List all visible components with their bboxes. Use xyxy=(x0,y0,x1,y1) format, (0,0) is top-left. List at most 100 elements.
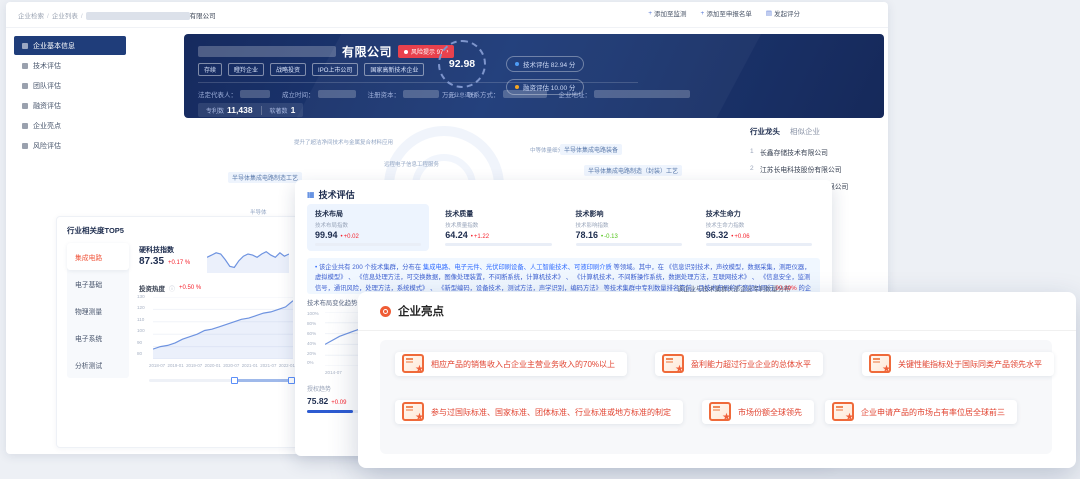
breadcrumb-current: 有限公司 xyxy=(190,13,216,20)
company-tag: 瞪羚企业 xyxy=(228,63,264,76)
total-score: 92.98 企业总评分 xyxy=(436,40,488,99)
top-bar: 企业检索/企业列表/有限公司 +添加至监测 +添加至申报名单 ▤发起评分 xyxy=(6,2,888,28)
stat-software: 软著数1 xyxy=(270,105,296,115)
certificate-icon: ★ xyxy=(832,402,854,421)
panel-grid-icon: ▦ xyxy=(307,190,315,199)
menu-item-icon xyxy=(22,63,28,69)
slider-range[interactable] xyxy=(234,379,292,382)
sidebar-item-tech-eval[interactable]: 技术评估 xyxy=(14,56,126,75)
tech-eval-title-row: ▦ 技术评估 xyxy=(307,188,355,201)
company-tag: 战略投资 xyxy=(270,63,306,76)
company-tag: 国家高新技术企业 xyxy=(364,63,424,76)
highlight-item: ★盈利能力超过行业企业的总体水平 xyxy=(655,352,823,376)
dot-icon xyxy=(515,85,519,89)
sidebar: 企业基本信息 技术评估 团队评估 融资评估 企业亮点 风险评估 xyxy=(14,36,126,156)
menu-item-icon xyxy=(22,103,28,109)
highlights-header: 企业亮点 xyxy=(380,303,444,319)
score-value: 92.98 xyxy=(449,58,475,70)
score-label: 企业总评分 xyxy=(436,91,488,99)
wordcloud-term: 半导体集成电路装备 xyxy=(560,144,622,155)
company-tags: 存续 瞪羚企业 战略投资 IPO上市公司 国家高新技术企业 xyxy=(198,63,424,76)
tech-eval-title: 技术评估 xyxy=(319,188,355,201)
invest-chart-y-axis: 1301201101009080 xyxy=(137,295,145,357)
stat-separator xyxy=(261,106,262,115)
metric-card-quality[interactable]: 技术质量 技术质量指数 64.24+1.22 xyxy=(437,204,559,251)
highlights-box: ★相应产品的销售收入占企业主营业务收入的70%以上 ★盈利能力超过行业企业的总体… xyxy=(380,340,1052,454)
tab-electronic-basics[interactable]: 电子基础 xyxy=(67,270,129,297)
certificate-icon: ★ xyxy=(709,402,731,421)
peer-company-row[interactable]: 2江苏长电科技股份有限公司 xyxy=(750,160,884,177)
top5-content: 硬科技指数 87.35 +0.17 % 投资热度 ⓘ +0.50 % 13012… xyxy=(137,243,293,441)
certificate-icon: ★ xyxy=(662,354,684,373)
highlights-title: 企业亮点 xyxy=(398,303,444,319)
hardtech-index-value-row: 87.35 +0.17 % xyxy=(139,256,190,267)
top5-tabs: 集成电路 电子基础 物理测量 电子系统 分析测试 xyxy=(67,243,129,378)
breadcrumb-link-search[interactable]: 企业检索 xyxy=(18,13,44,20)
tab-integrated-circuit[interactable]: 集成电路 xyxy=(67,243,129,270)
menu-item-icon xyxy=(22,123,28,129)
sidebar-item-team-eval[interactable]: 团队评估 xyxy=(14,76,126,95)
grant-value: 75.82 xyxy=(307,396,328,406)
tab-electronic-system[interactable]: 电子系统 xyxy=(67,324,129,351)
score-ring: 92.98 xyxy=(438,40,486,88)
breadcrumb: 企业检索/企业列表/有限公司 xyxy=(18,10,216,20)
wordcloud-term: 半导体 xyxy=(250,208,267,216)
score-pills: 技术评估 82.94 分 融资评估 10.00 分 xyxy=(506,56,584,95)
score-icon: ▤ xyxy=(766,9,772,17)
finance-score-pill: 融资评估 10.00 分 xyxy=(506,79,584,95)
certificate-icon: ★ xyxy=(402,402,424,421)
breadcrumb-link-list[interactable]: 企业列表 xyxy=(52,13,78,20)
tab-industry-leaders[interactable]: 行业龙头 xyxy=(750,126,780,137)
company-name-suffix: 有限公司 xyxy=(342,43,392,60)
sidebar-item-risk-eval[interactable]: 风险评估 xyxy=(14,136,126,155)
start-scoring-button[interactable]: ▤发起评分 xyxy=(766,8,800,18)
metric-card-vitality[interactable]: 技术生命力 技术生命力指数 96.32+0.06 xyxy=(698,204,820,251)
wordcloud-term: 半导体集成电路制造（封装）工艺 xyxy=(584,165,682,176)
sidebar-item-basic-info[interactable]: 企业基本信息 xyxy=(14,36,126,55)
plus-icon: + xyxy=(701,10,705,17)
topbar-actions: +添加至监测 +添加至申报名单 ▤发起评分 xyxy=(648,8,800,18)
redacted-company-name xyxy=(198,46,336,57)
window-enterprise-highlights: 企业亮点 ★相应产品的销售收入占企业主营业务收入的70%以上 ★盈利能力超过行业… xyxy=(358,292,1076,468)
metric-card-layout[interactable]: 技术布局 技术布局指数 99.94+0.02 xyxy=(307,204,429,251)
info-icon[interactable]: ⓘ xyxy=(169,284,175,293)
breadcrumb-separator: / xyxy=(47,13,49,20)
tab-similar-companies[interactable]: 相似企业 xyxy=(790,126,820,137)
menu-item-icon xyxy=(22,143,28,149)
redacted-company-name xyxy=(86,12,190,20)
highlight-item: ★市场份额全球领先 xyxy=(702,400,814,424)
top5-title: 行业相关度TOP5 xyxy=(67,225,124,236)
invest-chart-x-axis: 2018-072019-012019-072020-012020-072021-… xyxy=(149,363,295,368)
add-to-monitor-button[interactable]: +添加至监测 xyxy=(648,8,686,18)
tab-analysis-test[interactable]: 分析测试 xyxy=(67,351,129,378)
wordcloud-term: 半导体集成电路制造工艺 xyxy=(228,172,302,183)
sidebar-item-highlights[interactable]: 企业亮点 xyxy=(14,116,126,135)
trend-chart-title: 技术布局变化趋势 xyxy=(307,298,357,307)
hardtech-index-change: +0.17 % xyxy=(168,260,190,266)
invest-heat-label: 投资热度 xyxy=(139,283,165,293)
highlight-item: ★参与过国际标准、国家标准、团体标准、行业标准或地方标准的制定 xyxy=(395,400,683,424)
invest-heat-row: 投资热度 ⓘ +0.50 % xyxy=(139,283,201,293)
wordcloud-term: 远程电子信息工程服务 xyxy=(384,160,439,168)
highlight-item: ★相应产品的销售收入占企业主营业务收入的70%以上 xyxy=(395,352,627,376)
grant-change: +0.09 xyxy=(331,400,346,406)
target-icon xyxy=(380,306,391,317)
invest-heat-change: +0.50 % xyxy=(179,285,201,291)
menu-item-icon xyxy=(22,43,28,49)
sidebar-item-finance-eval[interactable]: 融资评估 xyxy=(14,96,126,115)
highlights-divider xyxy=(358,330,1076,331)
slider-handle-right[interactable] xyxy=(288,377,295,384)
company-stats: 专利数11,438 软著数1 xyxy=(198,103,303,117)
dot-icon xyxy=(515,62,519,66)
industry-relevance-top5-card: 行业相关度TOP5 集成电路 电子基础 物理测量 电子系统 分析测试 硬科技指数… xyxy=(56,216,300,448)
tab-physical-measure[interactable]: 物理测量 xyxy=(67,297,129,324)
add-to-declare-list-button[interactable]: +添加至申报名单 xyxy=(701,8,752,18)
metric-card-impact[interactable]: 技术影响 技术影响指数 78.16-0.13 xyxy=(568,204,690,251)
invest-heat-area-chart xyxy=(153,297,293,359)
plus-icon: + xyxy=(648,10,652,17)
peer-company-row[interactable]: 1长鑫存储技术有限公司 xyxy=(750,143,884,160)
hardtech-index-label: 硬科技指数 xyxy=(139,245,174,255)
tech-score-pill: 技术评估 82.94 分 xyxy=(506,56,584,72)
slider-handle-left[interactable] xyxy=(231,377,238,384)
company-tag: 存续 xyxy=(198,63,222,76)
